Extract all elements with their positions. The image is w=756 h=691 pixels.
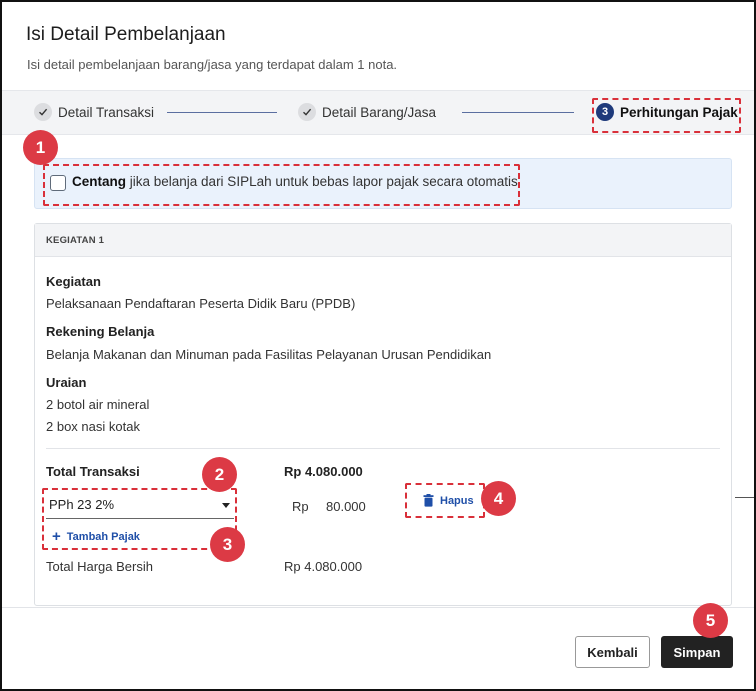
highlight-hapus — [405, 483, 485, 518]
annotation-marker-1: 1 — [23, 130, 58, 165]
footer-divider — [2, 607, 754, 608]
uraian-item: 2 box nasi kotak — [46, 419, 140, 434]
total-transaksi-value: Rp 4.080.000 — [284, 464, 363, 479]
step-detail-barang-jasa[interactable]: Detail Barang/Jasa — [298, 103, 436, 121]
kegiatan-value: Pelaksanaan Pendaftaran Peserta Didik Ba… — [46, 296, 356, 311]
check-icon — [298, 103, 316, 121]
dialog: Isi Detail Pembelanjaan Isi detail pembe… — [0, 0, 756, 691]
divider — [735, 497, 754, 498]
total-transaksi-label: Total Transaksi — [46, 464, 140, 479]
step-connector — [167, 112, 277, 113]
dialog-title: Isi Detail Pembelanjaan — [26, 24, 226, 45]
highlight-tax-select — [42, 488, 237, 550]
kegiatan-header: KEGIATAN 1 — [35, 224, 731, 257]
rekening-value: Belanja Makanan dan Minuman pada Fasilit… — [46, 347, 492, 362]
highlight-siplah — [43, 164, 520, 206]
tax-currency: Rp — [292, 499, 309, 514]
annotation-marker-4: 4 — [481, 481, 516, 516]
step-label: Detail Transaksi — [58, 104, 155, 120]
dialog-subtitle: Isi detail pembelanjaan barang/jasa yang… — [27, 57, 398, 72]
total-bersih-value: Rp 4.080.000 — [284, 559, 363, 574]
simpan-button[interactable]: Simpan — [661, 636, 733, 668]
step-label: Detail Barang/Jasa — [322, 104, 437, 120]
step-detail-transaksi[interactable]: Detail Transaksi — [34, 103, 154, 121]
annotation-marker-2: 2 — [202, 457, 237, 492]
annotation-marker-3: 3 — [210, 527, 245, 562]
check-icon — [34, 103, 52, 121]
uraian-item: 2 botol air mineral — [46, 397, 150, 412]
uraian-label: Uraian — [46, 375, 87, 390]
kegiatan-label: Kegiatan — [46, 274, 101, 289]
highlight-step-perhitungan-pajak — [592, 98, 741, 133]
rekening-label: Rekening Belanja — [46, 324, 155, 339]
kembali-button[interactable]: Kembali — [575, 636, 650, 668]
tax-amount: 80.000 — [326, 499, 366, 514]
annotation-marker-5: 5 — [693, 603, 728, 638]
divider — [46, 448, 720, 449]
total-bersih-label: Total Harga Bersih — [46, 559, 153, 574]
step-connector — [462, 112, 574, 113]
